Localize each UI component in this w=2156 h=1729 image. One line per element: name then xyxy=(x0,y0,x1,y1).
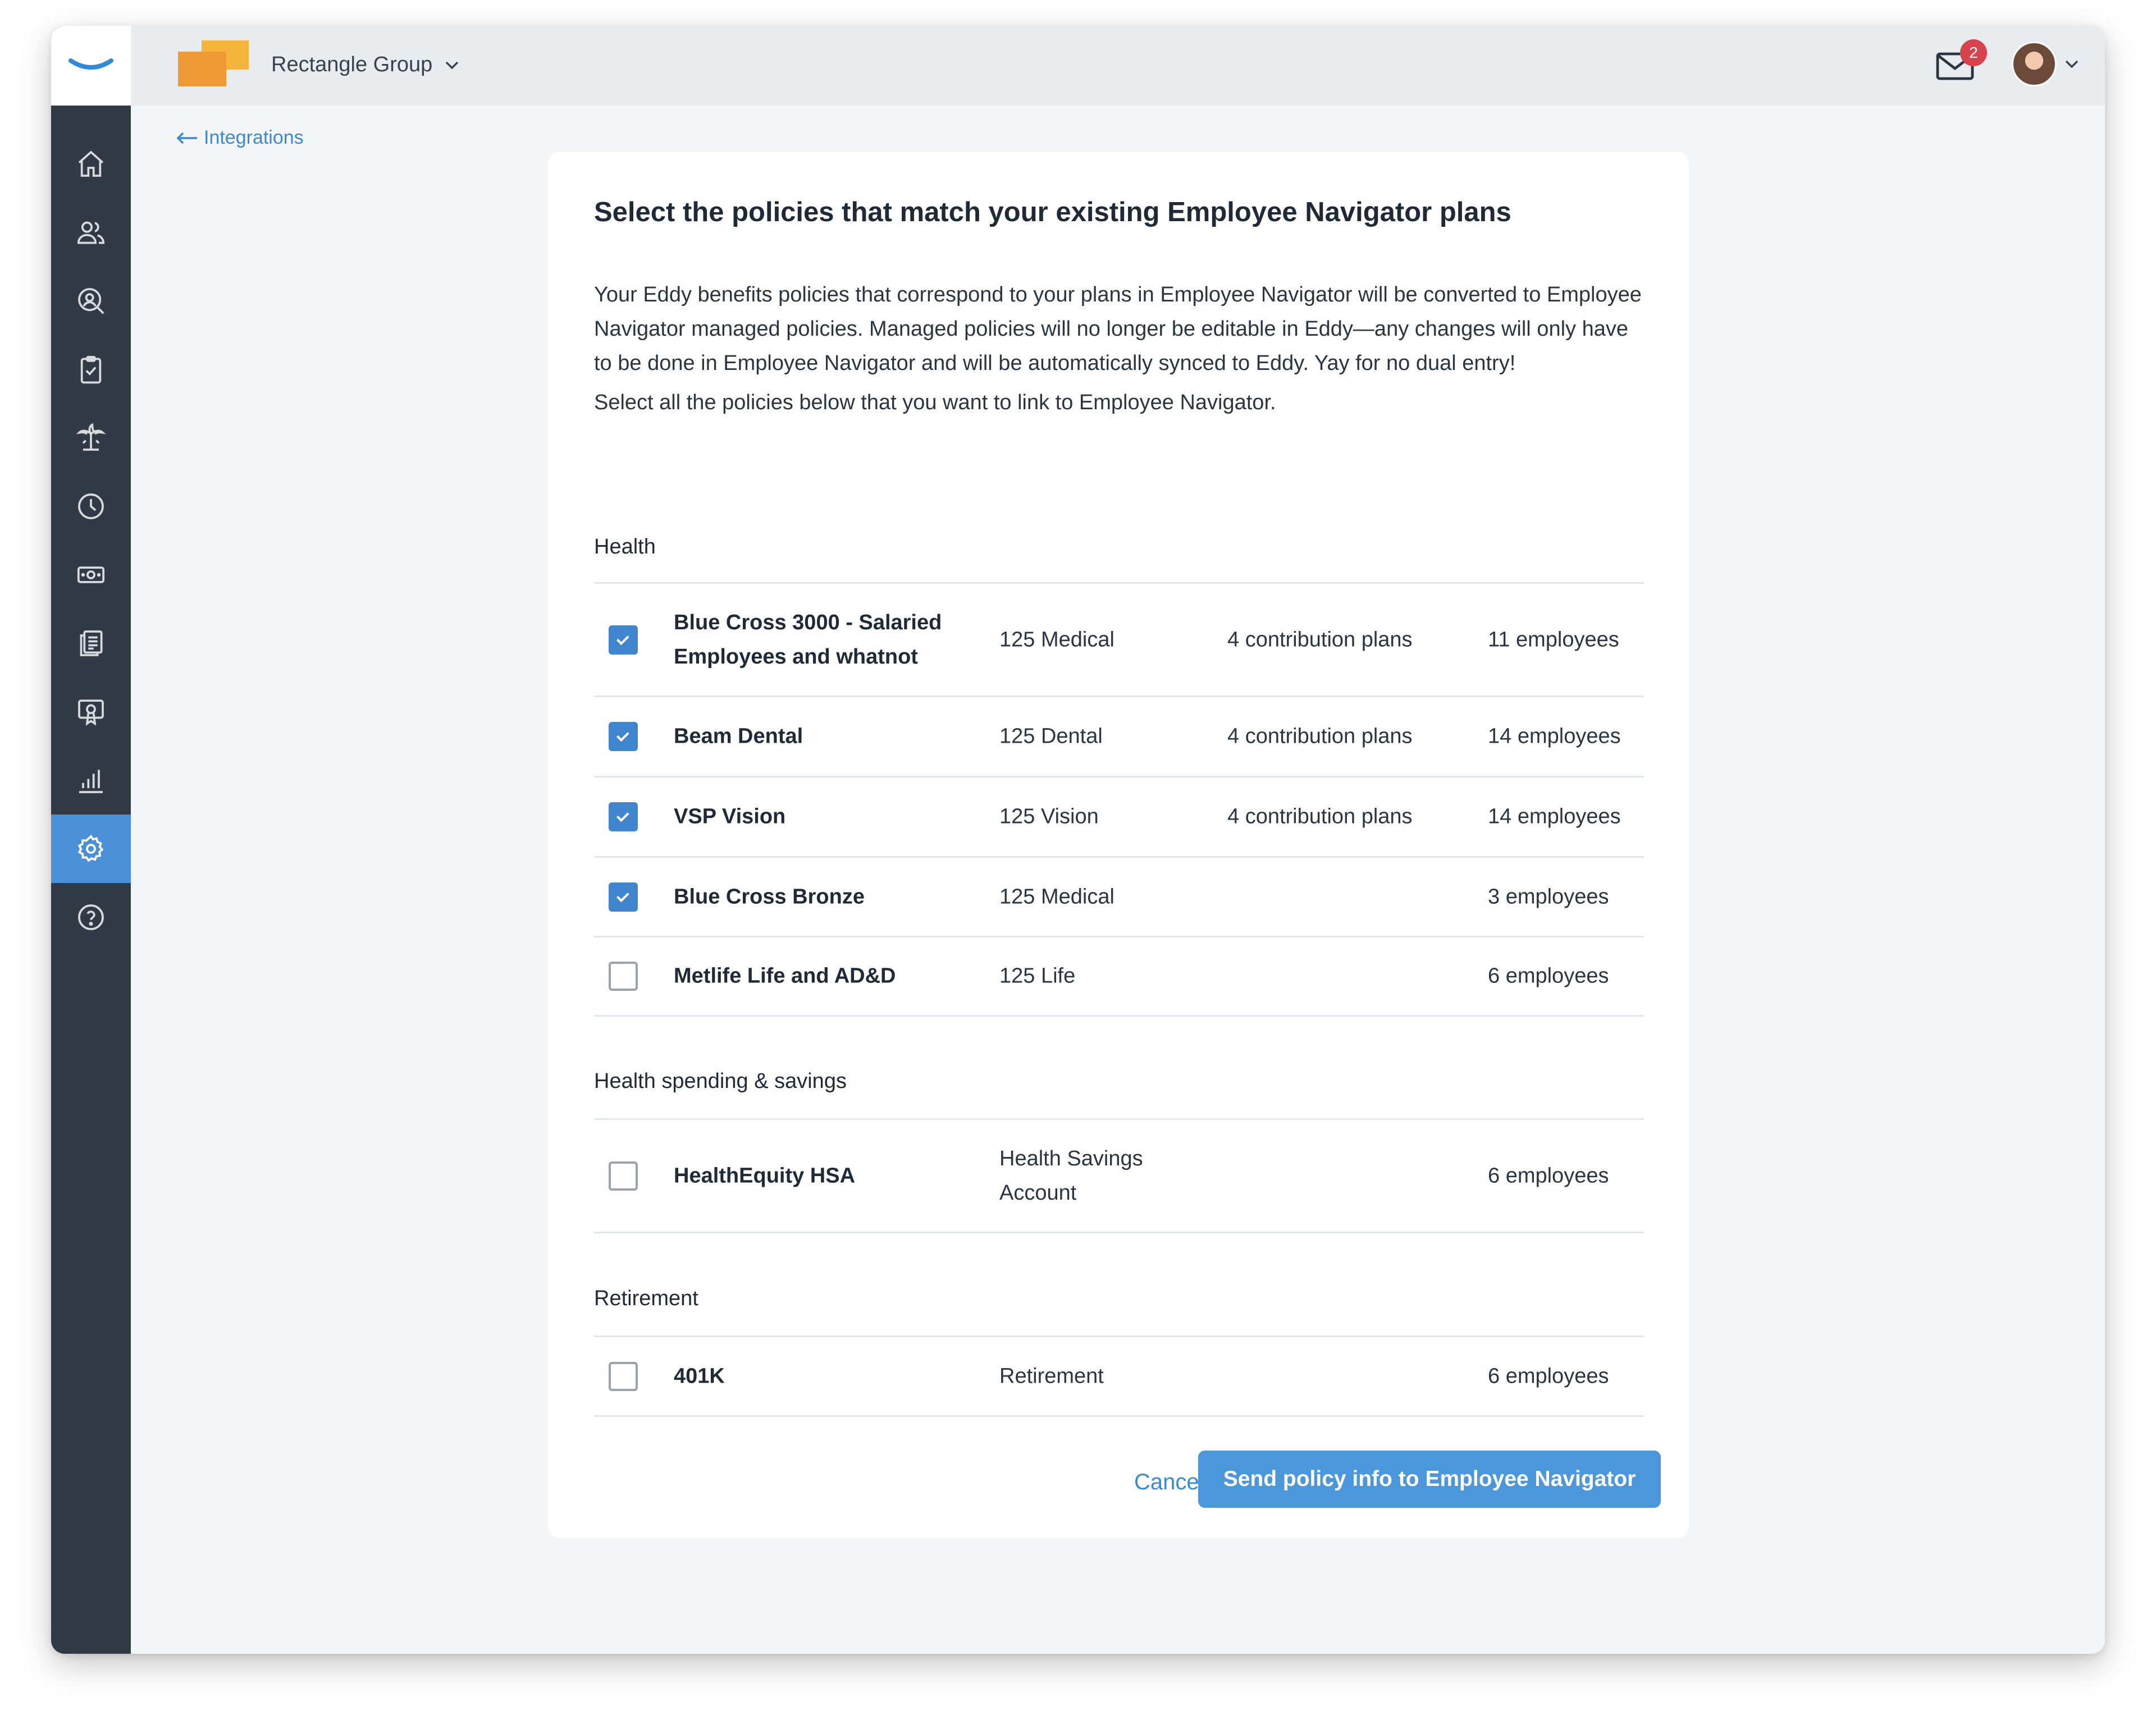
nav-settings[interactable] xyxy=(51,815,131,883)
company-logo xyxy=(178,40,249,86)
topbar: Rectangle Group 2 xyxy=(131,26,2105,106)
policy-employees: 3 employees xyxy=(1488,885,1609,908)
inbox-button[interactable]: 2 xyxy=(1935,39,1987,82)
policy-name: Metlife Life and AD&D xyxy=(674,964,896,988)
reports-icon xyxy=(79,770,103,793)
company-name: Rectangle Group xyxy=(271,53,433,76)
policy-checkbox[interactable] xyxy=(609,625,638,655)
people-icon xyxy=(77,221,105,244)
arrow-left-icon xyxy=(176,132,197,144)
clock-icon xyxy=(78,493,104,519)
nav-training[interactable] xyxy=(51,678,131,746)
policy-name: Beam Dental xyxy=(674,724,803,748)
policy-name: HealthEquity HSA xyxy=(674,1164,856,1187)
policy-table-health: Blue Cross 3000 - Salaried Employees and… xyxy=(594,582,1644,1017)
company-switcher[interactable]: Rectangle Group xyxy=(271,53,459,77)
table-row[interactable]: Blue Cross Bronze 125 Medical 3 employee… xyxy=(594,858,1644,937)
policy-contributions: 4 contribution plans xyxy=(1227,724,1413,748)
nav-home[interactable] xyxy=(51,130,131,198)
help-icon xyxy=(78,904,104,930)
send-policy-info-button[interactable]: Send policy info to Employee Navigator xyxy=(1198,1451,1661,1508)
policy-name: Blue Cross 3000 - Salaried Employees and… xyxy=(674,610,942,669)
palm-tree-icon xyxy=(76,423,106,451)
policy-name: 401K xyxy=(674,1364,725,1388)
policy-checkbox[interactable] xyxy=(609,1161,638,1191)
page-title: Select the policies that match your exis… xyxy=(594,197,1511,227)
policy-employees: 11 employees xyxy=(1488,628,1619,651)
avatar xyxy=(2012,42,2057,86)
policy-name: VSP Vision xyxy=(674,804,786,829)
nav-help[interactable] xyxy=(51,883,131,952)
policy-contributions: 4 contribution plans xyxy=(1227,628,1413,651)
notification-badge: 2 xyxy=(1960,39,1987,66)
policy-employees: 14 employees xyxy=(1488,804,1621,829)
policy-name: Blue Cross Bronze xyxy=(674,885,865,908)
policy-checkbox[interactable] xyxy=(609,962,638,991)
eddy-logo[interactable] xyxy=(51,26,131,106)
nav-time-tracking[interactable] xyxy=(51,472,131,541)
nav-onboarding[interactable] xyxy=(51,335,131,404)
policy-checkbox[interactable] xyxy=(609,802,638,831)
user-menu[interactable] xyxy=(2012,42,2079,86)
policy-table-hsa: HealthEquity HSA Health Savings Account … xyxy=(594,1118,1644,1233)
settings-icon xyxy=(77,835,104,862)
policy-checkbox[interactable] xyxy=(609,882,638,912)
policy-employees: 6 employees xyxy=(1488,1364,1609,1388)
nav-reports[interactable] xyxy=(51,746,131,815)
cancel-button[interactable]: Cancel xyxy=(1134,1470,1204,1495)
nav-documents[interactable] xyxy=(51,609,131,678)
policy-employees: 14 employees xyxy=(1488,724,1621,748)
policy-checkbox[interactable] xyxy=(609,722,638,751)
app-window: Rectangle Group 2 Integrations Select th… xyxy=(51,26,2105,1654)
policy-type: Retirement xyxy=(999,1364,1104,1388)
table-row[interactable]: Blue Cross 3000 - Salaried Employees and… xyxy=(594,584,1644,697)
nav-recruiting[interactable] xyxy=(51,267,131,335)
nav-payroll[interactable] xyxy=(51,541,131,609)
money-icon xyxy=(77,566,105,583)
back-link[interactable]: Integrations xyxy=(176,127,304,149)
policy-selection-card: Select the policies that match your exis… xyxy=(548,152,1689,1538)
chevron-down-icon xyxy=(446,61,459,69)
policy-type: 125 Dental xyxy=(999,724,1103,748)
clipboard-check-icon xyxy=(80,355,102,384)
table-row[interactable]: HealthEquity HSA Health Savings Account … xyxy=(594,1120,1644,1233)
policy-type: 125 Life xyxy=(999,964,1076,988)
section-title-retirement: Retirement xyxy=(594,1287,698,1310)
instruction-text: Select all the policies below that you w… xyxy=(594,391,1276,414)
table-row[interactable]: 401K Retirement 6 employees xyxy=(594,1337,1644,1417)
policy-type: Health Savings Account xyxy=(999,1146,1143,1205)
breadcrumb-label: Integrations xyxy=(204,127,304,148)
policy-type: 125 Medical xyxy=(999,628,1114,651)
smile-logo-icon xyxy=(68,58,113,70)
home-icon xyxy=(78,150,104,177)
documents-icon xyxy=(80,630,103,656)
policy-employees: 6 employees xyxy=(1488,1164,1609,1187)
section-title-hsa: Health spending & savings xyxy=(594,1069,847,1093)
section-title-health: Health xyxy=(594,535,656,559)
award-icon xyxy=(78,699,104,726)
policy-table-retirement: 401K Retirement 6 employees xyxy=(594,1335,1644,1417)
search-person-icon xyxy=(78,288,104,314)
policy-checkbox[interactable] xyxy=(609,1361,638,1391)
table-row[interactable]: VSP Vision 125 Vision 4 contribution pla… xyxy=(594,777,1644,858)
table-row[interactable]: Beam Dental 125 Dental 4 contribution pl… xyxy=(594,697,1644,777)
nav-people[interactable] xyxy=(51,198,131,267)
nav-time-off[interactable] xyxy=(51,404,131,472)
policy-contributions: 4 contribution plans xyxy=(1227,804,1413,829)
chevron-down-icon xyxy=(2065,60,2079,68)
sidebar xyxy=(51,26,131,1654)
policy-employees: 6 employees xyxy=(1488,964,1609,988)
policy-type: 125 Medical xyxy=(999,885,1114,908)
table-row[interactable]: Metlife Life and AD&D 125 Life 6 employe… xyxy=(594,937,1644,1017)
policy-type: 125 Vision xyxy=(999,804,1099,829)
intro-text: Your Eddy benefits policies that corresp… xyxy=(594,283,1642,375)
